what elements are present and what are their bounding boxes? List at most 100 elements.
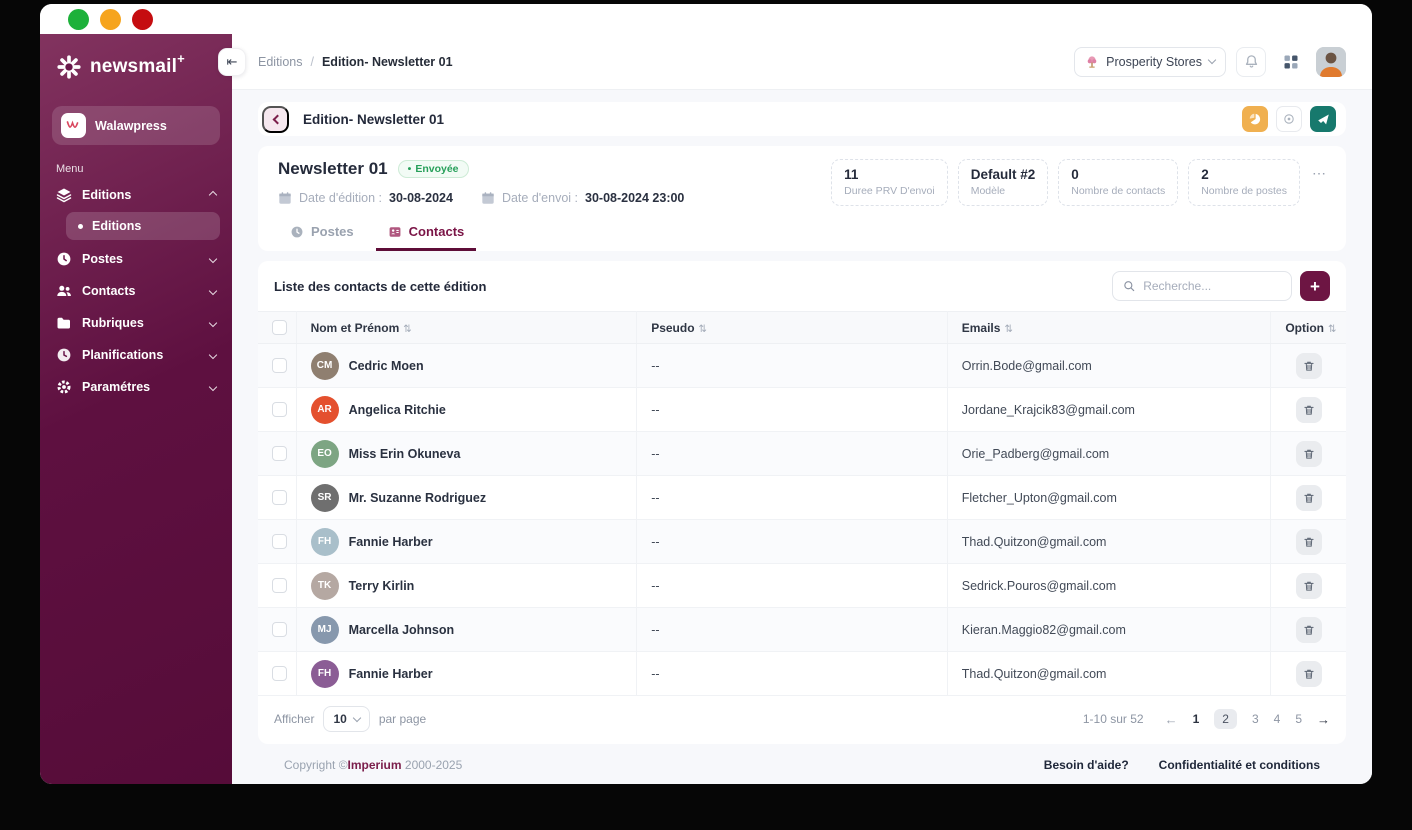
chevron-down-icon [208, 318, 218, 328]
trash-icon [1304, 493, 1314, 503]
avatar: MJ [310, 615, 339, 644]
collapse-icon: ⇤ [226, 54, 238, 69]
delete-contact-button[interactable] [1295, 616, 1322, 643]
row-checkbox[interactable] [272, 578, 287, 594]
sidebar-item-planifications[interactable]: Planifications [40, 339, 232, 371]
page-2-current[interactable]: 2 [1214, 709, 1237, 730]
add-contact-button[interactable]: + [1300, 271, 1330, 301]
row-checkbox[interactable] [272, 358, 287, 374]
search-input[interactable] [1143, 279, 1281, 293]
sidebar-subitem-editions-active[interactable]: Editions [66, 212, 220, 240]
contact-name: Marcella Johnson [348, 622, 455, 637]
apps-grid-button[interactable] [1276, 46, 1306, 77]
stat-model: Default #2 Modèle [957, 159, 1049, 206]
status-badge: • Envoyée [397, 160, 469, 178]
breadcrumb-current: Edition- Newsletter 01 [321, 54, 453, 69]
page-3[interactable]: 3 [1252, 712, 1259, 726]
traffic-light-green-icon[interactable] [68, 8, 89, 30]
table-row: AR Angelica Ritchie -- Jordane_Krajcik83@… [258, 387, 1346, 433]
avatar: EO [310, 439, 339, 468]
avatar: TK [310, 571, 339, 600]
contact-email: Fletcher_Upton@gmail.com [947, 475, 1272, 521]
column-option[interactable]: Option ⇅ [1270, 310, 1346, 345]
search-box[interactable] [1112, 271, 1292, 301]
sidebar-collapse-button[interactable]: ⇤ [218, 48, 246, 76]
sidebar-item-contacts[interactable]: Contacts [40, 275, 232, 307]
sidebar-item-rubriques[interactable]: Rubriques [40, 307, 232, 339]
table-row: CM Cedric Moen -- Orrin.Bode@gmail.com [258, 343, 1346, 389]
list-title: Liste des contacts de cette édition [274, 278, 487, 294]
page-1[interactable]: 1 [1193, 712, 1200, 726]
back-button[interactable] [262, 105, 289, 133]
copyright-brand: Imperium [347, 758, 402, 773]
page-4[interactable]: 4 [1274, 712, 1281, 726]
column-pseudo[interactable]: Pseudo ⇅ [636, 310, 948, 345]
chevron-down-icon [352, 713, 362, 723]
sidebar-item-editions[interactable]: Editions [40, 179, 232, 211]
delete-contact-button[interactable] [1295, 396, 1322, 423]
folder-icon [56, 315, 72, 331]
more-options-icon[interactable]: ⋯ [1310, 165, 1326, 182]
sidebar-item-label: Editions [82, 188, 132, 202]
sidebar-item-label: Rubriques [82, 316, 144, 330]
breadcrumb-editions[interactable]: Editions [258, 55, 302, 69]
delete-contact-button[interactable] [1295, 440, 1322, 467]
contact-email: Jordane_Krajcik83@gmail.com [947, 387, 1272, 433]
traffic-light-yellow-icon[interactable] [100, 8, 121, 30]
help-link[interactable]: Besoin d'aide? [1044, 758, 1129, 772]
column-emails[interactable]: Emails ⇅ [947, 310, 1272, 345]
organization-name: Prosperity Stores [1106, 54, 1202, 69]
row-checkbox[interactable] [272, 490, 287, 506]
tab-postes[interactable]: Postes [278, 214, 366, 251]
delete-contact-button[interactable] [1295, 484, 1322, 511]
stat-prv-duration: 11 Duree PRV D'envoi [831, 159, 948, 206]
delete-contact-button[interactable] [1295, 352, 1322, 379]
select-all-checkbox[interactable] [272, 320, 287, 336]
chevron-down-icon [208, 286, 218, 296]
sidebar-item-label: Paramétres [82, 380, 151, 394]
row-checkbox[interactable] [272, 402, 287, 418]
next-page-icon[interactable]: → [1317, 712, 1330, 727]
row-checkbox[interactable] [272, 622, 287, 638]
prev-page-icon[interactable]: ← [1165, 712, 1178, 727]
workspace-logo-icon [61, 113, 86, 138]
sort-icon: ⇅ [1004, 323, 1013, 335]
workspace-selector[interactable]: Walawpress [52, 106, 220, 145]
delete-contact-button[interactable] [1295, 572, 1322, 599]
user-avatar[interactable] [1316, 46, 1346, 77]
sidebar-item-parametres[interactable]: Paramétres [40, 371, 232, 403]
column-name[interactable]: Nom et Prénom ⇅ [296, 310, 638, 345]
page-5[interactable]: 5 [1295, 712, 1302, 726]
sidebar: newsmail+ Walawpress Menu Editions Editi… [40, 34, 232, 784]
privacy-link[interactable]: Confidentialité et conditions [1159, 758, 1320, 772]
sidebar-item-postes[interactable]: Postes [40, 243, 232, 275]
organization-selector[interactable]: Prosperity Stores [1074, 46, 1226, 77]
tab-contacts[interactable]: Contacts [375, 214, 477, 251]
calendar-icon [279, 192, 291, 204]
table-row: EO Miss Erin Okuneva -- Orie_Padberg@gmai… [258, 431, 1346, 477]
notifications-button[interactable] [1236, 46, 1266, 77]
preview-button[interactable] [1276, 106, 1302, 132]
bullet-icon [78, 223, 83, 229]
app-window: newsmail+ Walawpress Menu Editions Editi… [40, 4, 1372, 784]
page-header: Edition- Newsletter 01 [258, 102, 1346, 136]
trash-icon [1304, 625, 1314, 635]
footer: Copyright ©Imperium 2000-2025 Besoin d'a… [258, 744, 1346, 784]
grid-icon [1284, 55, 1298, 68]
search-icon [1124, 281, 1135, 292]
newsletter-title: Newsletter 01 [278, 159, 388, 178]
row-checkbox[interactable] [272, 534, 287, 550]
per-page-select[interactable]: 10 [323, 706, 370, 733]
breadcrumb-separator: / [310, 54, 314, 69]
contacts-table: Nom et Prénom ⇅ Pseudo ⇅ Emails ⇅ Option ⇅ C… [258, 310, 1346, 697]
row-checkbox[interactable] [272, 446, 287, 462]
send-button[interactable] [1310, 106, 1336, 132]
contact-name: Fannie Harber [348, 666, 433, 681]
row-checkbox[interactable] [272, 666, 287, 682]
traffic-light-red-icon[interactable] [132, 8, 153, 30]
avatar: CM [310, 351, 339, 380]
delete-contact-button[interactable] [1295, 528, 1322, 555]
delete-contact-button[interactable] [1295, 660, 1322, 687]
chevron-down-icon [208, 254, 218, 264]
stats-button[interactable] [1242, 106, 1268, 132]
